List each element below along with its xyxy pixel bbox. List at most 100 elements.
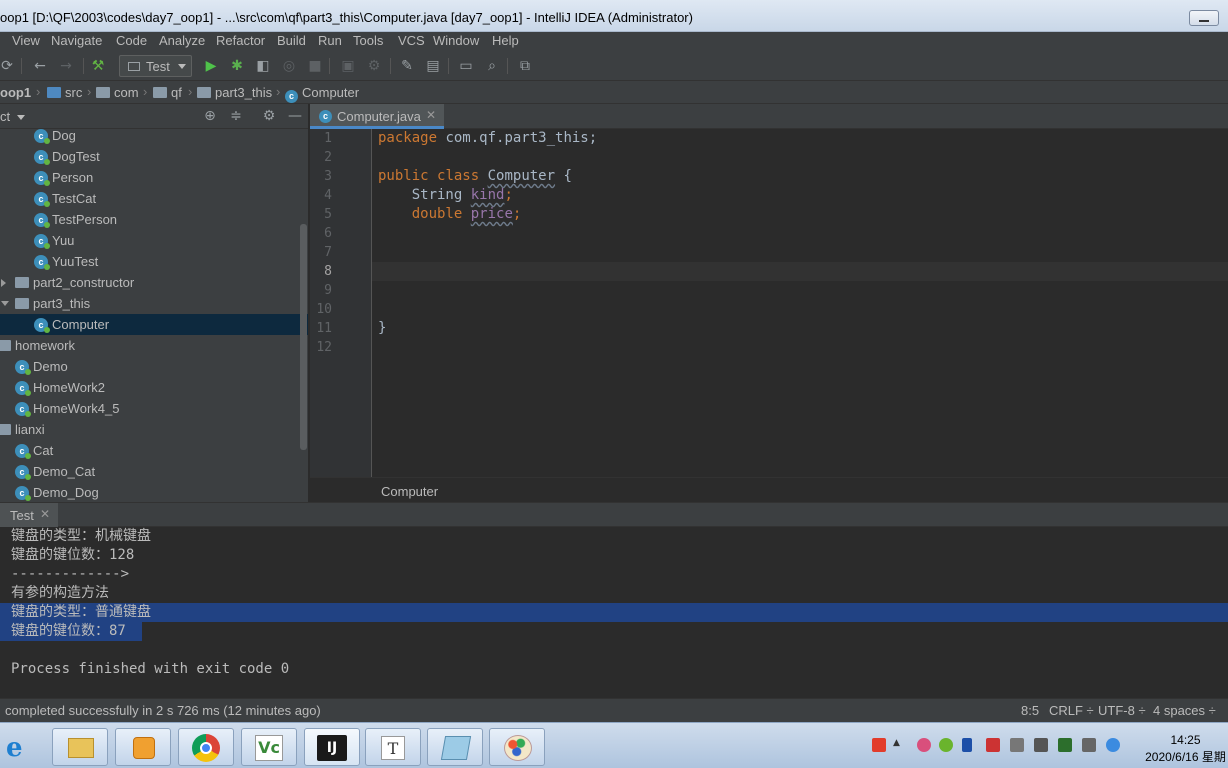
menu-tools[interactable]: Tools (353, 33, 383, 48)
paint-taskbar-button[interactable] (489, 728, 545, 766)
tree-class-item[interactable]: c HomeWork4_5 (0, 398, 308, 419)
run-console[interactable]: 键盘的类型：机械键盘 键盘的键位数：128 -------------> 有参的… (0, 527, 1228, 698)
project-structure-icon[interactable]: ▤ (424, 57, 442, 75)
explorer-taskbar-button[interactable] (52, 728, 108, 766)
code-line-11: } (378, 320, 386, 336)
breadcrumb-part3[interactable]: part3_this (197, 85, 272, 100)
tray-weather-icon[interactable] (1106, 738, 1120, 752)
main-toolbar: ⟳ ← → ⚒ Test ▶ ✱ ◧ ◎ ■ ▣ ⚙ ✎ ▤ ▭ ⌕ ⧉ (0, 52, 1228, 81)
ie-taskbar-button[interactable]: e (0, 728, 40, 766)
caret-position[interactable]: 8:5 (1021, 703, 1039, 718)
hide-panel-icon[interactable]: — (286, 107, 304, 125)
gear-icon[interactable]: ⚙ (260, 107, 278, 125)
tray-network-icon[interactable] (1034, 738, 1048, 752)
line-separator[interactable]: CRLF ÷ (1049, 703, 1094, 718)
bluetooth-icon[interactable] (962, 738, 972, 752)
project-scrollbar[interactable] (300, 224, 307, 450)
status-message[interactable]: completed successfully in 2 s 726 ms (12… (5, 703, 321, 718)
breadcrumb-computer[interactable]: c Computer (285, 85, 359, 103)
tree-class-item[interactable]: c Demo_Cat (0, 461, 308, 482)
tab-run-test[interactable]: Test ✕ (0, 503, 58, 527)
tray-arrow-icon[interactable]: ▲ (893, 738, 901, 752)
debug-icon[interactable]: ✱ (228, 57, 246, 75)
indent-setting[interactable]: 4 spaces ÷ (1153, 703, 1216, 718)
menu-code[interactable]: Code (116, 33, 147, 48)
media-taskbar-button[interactable] (115, 728, 171, 766)
back-icon[interactable]: ← (31, 57, 49, 75)
forward-icon[interactable]: → (57, 57, 75, 75)
tree-class-item[interactable]: c TestCat (0, 188, 308, 209)
tray-app-icon[interactable] (917, 738, 931, 752)
run-config-dropdown[interactable]: Test (119, 55, 192, 77)
project-view-label[interactable]: ct (0, 109, 10, 124)
tree-class-item[interactable]: c Demo_Dog (0, 482, 308, 503)
taskbar-clock[interactable]: 14:25 2020/6/16 星期 (1143, 732, 1228, 766)
vc-taskbar-button[interactable]: Vc (241, 728, 297, 766)
code-editor[interactable]: package com.qf.part3_this; public class … (372, 129, 1228, 477)
sync-icon[interactable]: ⟳ (0, 57, 16, 75)
notepad-taskbar-button[interactable] (427, 728, 483, 766)
tray-security-icon[interactable] (986, 738, 1000, 752)
stop-icon[interactable]: ■ (306, 57, 324, 75)
menu-run[interactable]: Run (318, 33, 342, 48)
attach-icon[interactable]: ▣ (339, 57, 357, 75)
window-titlebar: oop1 [D:\QF\2003\codes\day7_oop1] - ...\… (0, 0, 1228, 32)
editor-gutter: 1 2 3 4 5 6 7 8 9 10 11 12 (310, 129, 372, 477)
collapse-all-icon[interactable]: ≑ (227, 107, 245, 125)
tree-class-item[interactable]: c Cat (0, 440, 308, 461)
menu-analyze[interactable]: Analyze (159, 33, 205, 48)
breadcrumb-project[interactable]: oop1 (0, 85, 31, 100)
locate-icon[interactable]: ⊕ (201, 107, 219, 125)
breadcrumb-src[interactable]: src (47, 85, 82, 100)
tree-folder[interactable]: part3_this (0, 293, 308, 314)
coverage-icon[interactable]: ◧ (254, 57, 272, 75)
volume-icon[interactable] (1082, 738, 1096, 752)
tray-device-icon[interactable] (1010, 738, 1024, 752)
run-icon[interactable]: ▶ (202, 57, 220, 75)
tree-class-item[interactable]: c Dog (0, 125, 308, 146)
sogou-ime-icon[interactable] (872, 738, 886, 752)
tray-vc-icon[interactable] (1058, 738, 1072, 752)
close-icon[interactable]: ✕ (426, 108, 436, 122)
breadcrumb-qf[interactable]: qf (153, 85, 182, 100)
tree-folder[interactable]: lianxi (0, 419, 308, 440)
menu-view[interactable]: View (12, 33, 40, 48)
profile-icon[interactable]: ◎ (280, 57, 298, 75)
tray-plus-icon[interactable] (939, 738, 953, 752)
settings-wrench-icon[interactable]: ✎ (398, 57, 416, 75)
menu-refactor[interactable]: Refactor (216, 33, 265, 48)
menu-navigate[interactable]: Navigate (51, 33, 102, 48)
minimize-button[interactable] (1189, 10, 1219, 26)
folder-icon (47, 87, 61, 98)
tree-class-item[interactable]: c DogTest (0, 146, 308, 167)
breadcrumb-com[interactable]: com (96, 85, 139, 100)
terminal-icon[interactable]: ▭ (457, 57, 475, 75)
tree-class-item[interactable]: c TestPerson (0, 209, 308, 230)
chevron-down-icon[interactable] (17, 115, 25, 120)
tab-computer-java[interactable]: c Computer.java ✕ (310, 104, 444, 129)
menu-vcs[interactable]: VCS (398, 33, 425, 48)
file-encoding[interactable]: UTF-8 ÷ (1098, 703, 1146, 718)
dependency-icon[interactable]: ⚙ (365, 57, 383, 75)
collapse-arrow-icon[interactable] (1, 301, 9, 306)
close-icon[interactable]: ✕ (40, 507, 50, 521)
menu-help[interactable]: Help (492, 33, 519, 48)
search-icon[interactable]: ⌕ (483, 57, 501, 75)
build-hammer-icon[interactable]: ⚒ (89, 57, 107, 75)
menu-window[interactable]: Window (433, 33, 479, 48)
tree-class-item[interactable]: c Demo (0, 356, 308, 377)
tree-folder[interactable]: part2_constructor (0, 272, 308, 293)
typora-taskbar-button[interactable]: T (365, 728, 421, 766)
menu-build[interactable]: Build (277, 33, 306, 48)
chrome-taskbar-button[interactable] (178, 728, 234, 766)
editor-footer-breadcrumb[interactable]: Computer (381, 484, 438, 499)
vcs-icon[interactable]: ⧉ (516, 57, 534, 75)
expand-arrow-icon[interactable] (1, 279, 6, 287)
tree-folder[interactable]: homework (0, 335, 308, 356)
tree-class-item[interactable]: c YuuTest (0, 251, 308, 272)
tree-class-item[interactable]: c Yuu (0, 230, 308, 251)
tree-class-item[interactable]: c Computer (0, 314, 308, 335)
tree-class-item[interactable]: c Person (0, 167, 308, 188)
intellij-taskbar-button[interactable]: IJ (304, 728, 360, 766)
tree-class-item[interactable]: c HomeWork2 (0, 377, 308, 398)
